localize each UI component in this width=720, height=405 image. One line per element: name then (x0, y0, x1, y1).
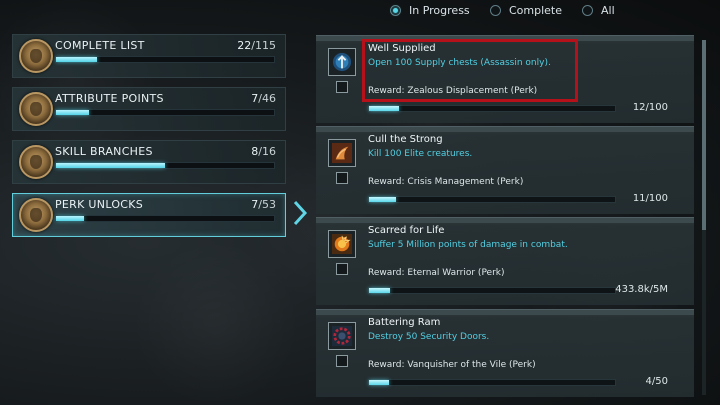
reward-slot (336, 172, 348, 184)
achievement-description: Kill 100 Elite creatures. (368, 149, 473, 159)
category-skill-branches[interactable]: SKILL BRANCHES 8/16 (12, 140, 286, 184)
achievement-description: Suffer 5 Million points of damage in com… (368, 240, 568, 250)
achievement-reward: Reward: Crisis Management (Perk) (368, 177, 524, 187)
scrollbar-thumb[interactable] (702, 40, 706, 230)
achievement-card[interactable]: Well Supplied Open 100 Supply chests (As… (316, 35, 694, 123)
achievement-card[interactable]: Cull the Strong Kill 100 Elite creatures… (316, 126, 694, 214)
filter-label: All (601, 4, 615, 17)
category-count: 7/53 (251, 198, 276, 211)
reward-slot (336, 81, 348, 93)
achievement-reward: Reward: Vanquisher of the Vile (Perk) (368, 360, 536, 370)
medal-icon (19, 198, 53, 232)
reward-slot (336, 355, 348, 367)
achievement-progress-bar (368, 196, 616, 203)
category-count: 8/16 (251, 145, 276, 158)
achievement-title: Cull the Strong (368, 134, 443, 145)
category-progress-bar (55, 56, 275, 63)
medal-icon (19, 145, 53, 179)
achievement-card[interactable]: Scarred for Life Suffer 5 Million points… (316, 217, 694, 305)
radio-icon[interactable] (582, 5, 593, 16)
reward-slot (336, 263, 348, 275)
category-count: 22/115 (237, 39, 276, 52)
achievement-count: 4/50 (645, 376, 668, 387)
category-name: ATTRIBUTE POINTS (55, 92, 164, 105)
achievement-title: Battering Ram (368, 317, 441, 328)
achievement-title: Well Supplied (368, 43, 436, 54)
achievement-reward: Reward: Zealous Displacement (Perk) (368, 86, 538, 96)
shield-emblem-icon (328, 48, 356, 76)
medal-icon (19, 39, 53, 73)
category-progress-bar (55, 109, 275, 116)
gear-emblem-icon (328, 322, 356, 350)
medal-icon (19, 92, 53, 126)
category-count: 7/46 (251, 92, 276, 105)
achievement-count: 12/100 (632, 102, 668, 113)
filter-complete[interactable]: Complete (490, 4, 582, 17)
scrollbar[interactable] (702, 40, 706, 395)
radio-icon[interactable] (490, 5, 501, 16)
flame-emblem-icon (328, 230, 356, 258)
filter-label: In Progress (409, 4, 470, 17)
radio-icon[interactable] (390, 5, 401, 16)
category-progress-bar (55, 215, 275, 222)
achievement-description: Destroy 50 Security Doors. (368, 332, 490, 342)
category-name: SKILL BRANCHES (55, 145, 153, 158)
filter-label: Complete (509, 4, 563, 17)
category-name: PERK UNLOCKS (55, 198, 144, 211)
category-name: COMPLETE LIST (55, 39, 145, 52)
achievement-progress-bar (368, 379, 616, 386)
achievement-progress-bar (368, 105, 616, 112)
achievement-progress-bar (368, 287, 616, 294)
achievement-count: 11/100 (632, 193, 668, 204)
category-complete-list[interactable]: COMPLETE LIST 22/115 (12, 34, 286, 78)
achievement-title: Scarred for Life (368, 225, 445, 236)
achievement-count: 433.8k/5M (615, 284, 668, 295)
achievement-card[interactable]: Battering Ram Destroy 50 Security Doors.… (316, 309, 694, 397)
claw-emblem-icon (328, 139, 356, 167)
filter-all[interactable]: All (582, 4, 615, 17)
category-perk-unlocks[interactable]: PERK UNLOCKS 7/53 (12, 193, 286, 237)
chevron-right-icon[interactable] (292, 199, 308, 227)
achievement-reward: Reward: Eternal Warrior (Perk) (368, 268, 505, 278)
category-attribute-points[interactable]: ATTRIBUTE POINTS 7/46 (12, 87, 286, 131)
filter-bar: In Progress Complete All (390, 4, 615, 17)
filter-in-progress[interactable]: In Progress (390, 4, 490, 17)
category-progress-bar (55, 162, 275, 169)
achievement-description: Open 100 Supply chests (Assassin only). (368, 58, 551, 68)
